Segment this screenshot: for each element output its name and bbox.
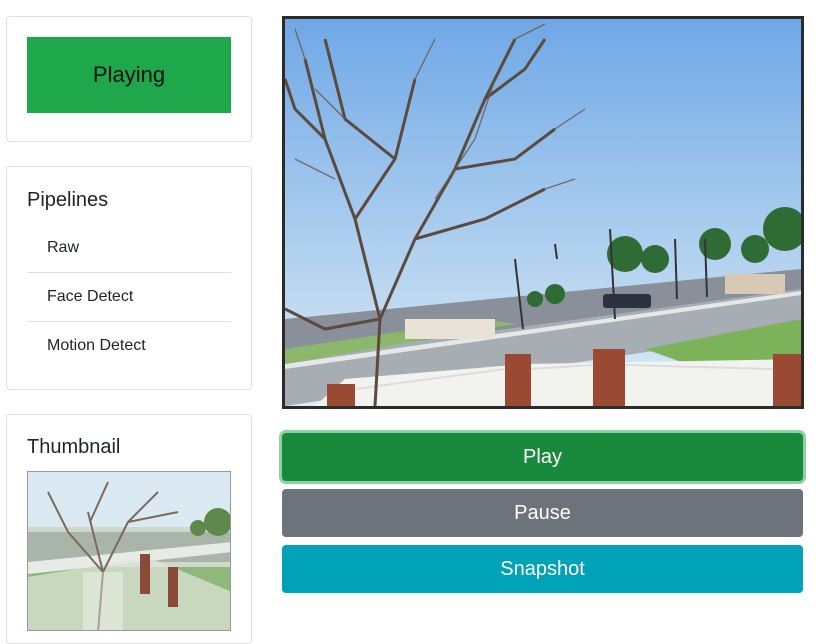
thumbnail-card: Thumbnail — [6, 414, 252, 644]
snapshot-button[interactable]: Snapshot — [282, 545, 803, 593]
pipeline-item-raw[interactable]: Raw — [27, 223, 231, 272]
video-frame — [285, 19, 801, 406]
play-button[interactable]: Play — [282, 433, 803, 481]
pipelines-card: Pipelines Raw Face Detect Motion Detect — [6, 166, 252, 390]
video-feed[interactable] — [282, 16, 804, 409]
pipeline-item-motion-detect[interactable]: Motion Detect — [27, 321, 231, 370]
status-card: Playing — [6, 16, 252, 142]
thumbnail-title: Thumbnail — [27, 436, 121, 458]
thumbnail-image[interactable] — [27, 471, 231, 631]
pipelines-title: Pipelines — [27, 189, 109, 211]
pause-button[interactable]: Pause — [282, 489, 803, 537]
thumbnail-scene — [28, 472, 230, 630]
pipeline-item-face-detect[interactable]: Face Detect — [27, 272, 231, 321]
status-badge: Playing — [27, 37, 231, 113]
